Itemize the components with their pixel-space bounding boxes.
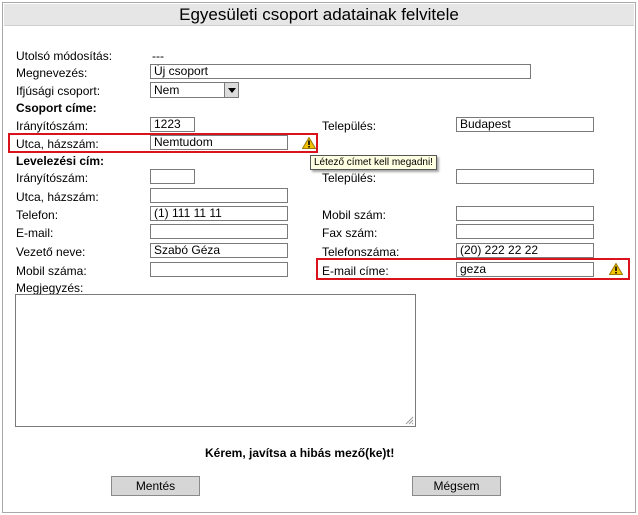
leader-phone-input[interactable]: (20) 222 22 22 (456, 243, 594, 258)
mail-street-label: Utca, házszám: (16, 190, 99, 204)
name-label: Megnevezés: (16, 66, 88, 80)
mail-zip-input[interactable] (150, 169, 195, 184)
zip-label: Irányítószám: (16, 119, 89, 133)
chevron-down-icon[interactable] (224, 83, 238, 97)
validation-tooltip: Létező címet kell megadni! (310, 155, 437, 170)
street-label: Utca, házszám: (16, 137, 99, 151)
leader-mobile-label: Mobil száma: (16, 264, 87, 278)
mobile-input[interactable] (456, 206, 594, 221)
mail-city-label: Település: (322, 171, 377, 185)
leader-name-input[interactable]: Szabó Géza (150, 243, 288, 258)
mail-zip-label: Irányítószám: (16, 171, 89, 185)
email-label: E-mail: (16, 226, 54, 240)
mail-street-input[interactable] (150, 188, 288, 203)
youth-group-label: Ifjúsági csoport: (16, 84, 101, 98)
fax-label: Fax szám: (322, 226, 378, 240)
leader-mobile-input[interactable] (150, 262, 288, 277)
city-label: Település: (322, 119, 377, 133)
leader-name-label: Vezető neve: (16, 245, 86, 259)
save-button[interactable]: Mentés (111, 476, 200, 496)
resize-grip-icon[interactable] (404, 415, 414, 425)
mobile-label: Mobil szám: (322, 208, 387, 222)
note-label: Megjegyzés: (16, 281, 84, 295)
mail-city-input[interactable] (456, 169, 594, 184)
name-input[interactable]: Új csoport (150, 64, 531, 79)
youth-group-select[interactable]: Nem (150, 82, 239, 98)
leader-email-label: E-mail címe: (322, 264, 389, 278)
warning-icon (302, 137, 316, 149)
group-address-heading: Csoport címe: (16, 101, 97, 115)
leader-phone-label: Telefonszáma: (322, 245, 400, 259)
error-message: Kérem, javítsa a hibás mező(ke)t! (205, 446, 395, 460)
note-textarea[interactable] (15, 294, 416, 427)
city-input[interactable]: Budapest (456, 117, 594, 132)
phone-label: Telefon: (16, 208, 59, 222)
leader-email-input[interactable]: geza (456, 262, 594, 277)
page-title: Egyesületi csoport adatainak felvitele (4, 4, 634, 26)
last-modified-value: --- (152, 49, 164, 63)
mail-address-heading: Levelezési cím: (16, 154, 105, 168)
fax-input[interactable] (456, 224, 594, 239)
email-input[interactable] (150, 224, 288, 239)
cancel-button[interactable]: Mégsem (412, 476, 501, 496)
street-input[interactable]: Nemtudom (150, 135, 288, 150)
youth-group-value: Nem (154, 83, 180, 97)
zip-input[interactable]: 1223 (150, 117, 195, 132)
warning-icon (609, 263, 623, 275)
last-modified-label: Utolsó módosítás: (16, 49, 113, 63)
phone-input[interactable]: (1) 111 11 11 (150, 206, 288, 221)
